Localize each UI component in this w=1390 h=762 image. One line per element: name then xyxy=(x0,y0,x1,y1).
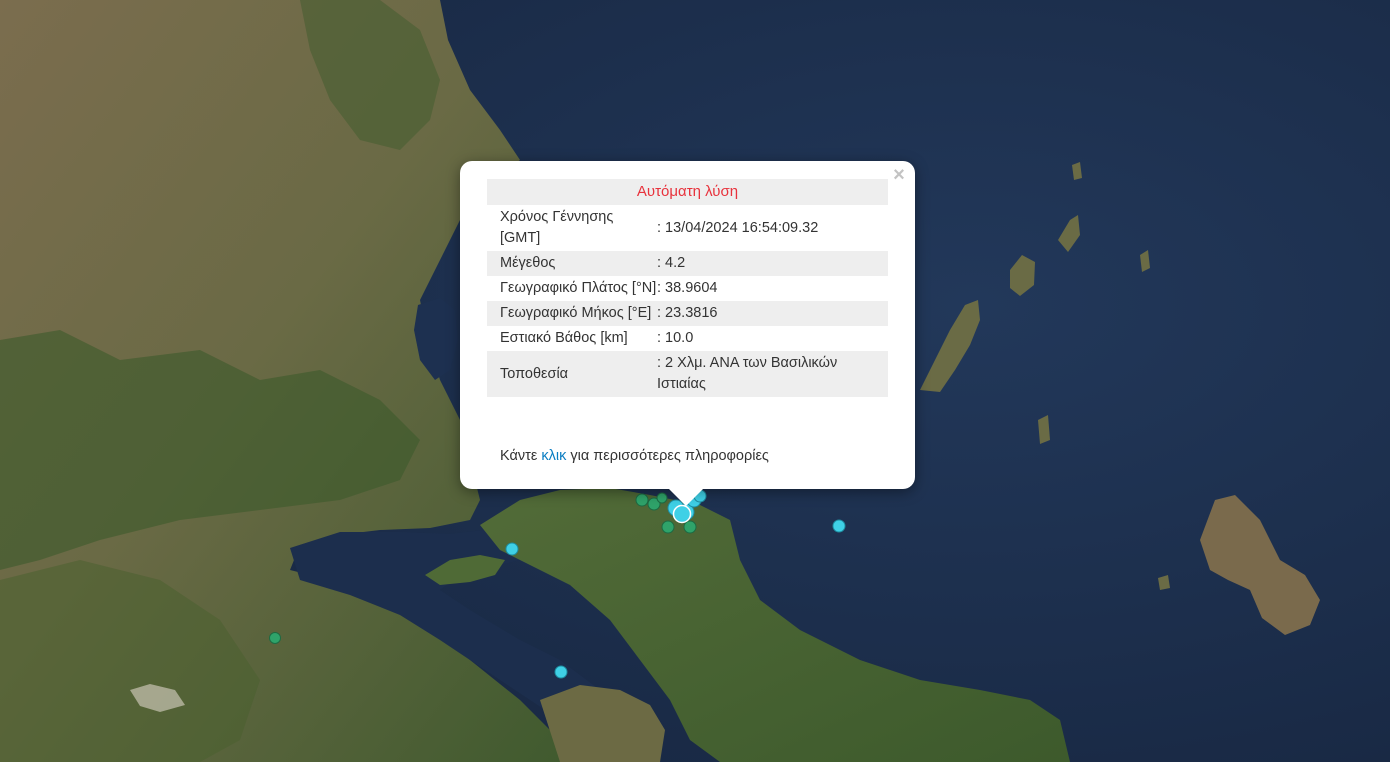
popup-tip xyxy=(668,488,704,506)
earthquake-info-popup: × Αυτόματη λύση Χρόνος Γέννησης [GMT] : … xyxy=(460,161,915,489)
quake-marker[interactable] xyxy=(635,493,649,507)
table-row: Γεωγραφικό Μήκος [°E] : 23.3816 xyxy=(487,301,888,326)
more-info-prefix: Κάντε xyxy=(500,448,542,464)
magnitude-label: Μέγεθος xyxy=(487,251,657,276)
table-row: Μέγεθος : 4.2 xyxy=(487,251,888,276)
table-row: Χρόνος Γέννησης [GMT] : 13/04/2024 16:54… xyxy=(487,205,888,251)
table-row: Γεωγραφικό Πλάτος [°N] : 38.9604 xyxy=(487,276,888,301)
longitude-label: Γεωγραφικό Μήκος [°E] xyxy=(487,301,657,326)
depth-value: : 10.0 xyxy=(657,330,694,346)
popup-title: Αυτόματη λύση xyxy=(487,179,888,205)
location-value: : 2 Χλμ. ΑΝΑ των Βασιλικών Ιστιαίας xyxy=(657,351,888,397)
quake-marker[interactable] xyxy=(661,520,675,534)
location-label: Τοποθεσία xyxy=(487,351,657,397)
quake-marker[interactable] xyxy=(269,632,281,644)
table-row: Εστιακό Βάθος [km] : 10.0 xyxy=(487,326,888,351)
latitude-label: Γεωγραφικό Πλάτος [°N] xyxy=(500,280,657,296)
close-icon[interactable]: × xyxy=(891,165,907,185)
latitude-value: : 38.9604 xyxy=(657,280,718,296)
longitude-value: : 23.3816 xyxy=(657,301,888,326)
magnitude-value: : 4.2 xyxy=(657,251,888,276)
origin-time-value: : 13/04/2024 16:54:09.32 xyxy=(657,219,819,236)
quake-marker[interactable] xyxy=(554,665,568,679)
more-info-suffix: για περισσότερες πληροφορίες xyxy=(566,448,769,464)
table-row: Τοποθεσία : 2 Χλμ. ΑΝΑ των Βασιλικών Ιστ… xyxy=(487,351,888,397)
quake-marker[interactable] xyxy=(505,542,519,556)
quake-marker[interactable] xyxy=(683,520,697,534)
more-info-link[interactable]: κλικ xyxy=(541,448,566,464)
quake-marker[interactable] xyxy=(832,519,846,533)
origin-time-label: Χρόνος Γέννησης [GMT] xyxy=(500,209,614,246)
depth-label: Εστιακό Βάθος [km] xyxy=(500,330,628,346)
small-islet-c xyxy=(1038,415,1050,444)
more-info-line: Κάντε κλικ για περισσότερες πληροφορίες xyxy=(500,448,769,464)
earthquake-details-table: Χρόνος Γέννησης [GMT] : 13/04/2024 16:54… xyxy=(487,205,888,397)
quake-marker-selected[interactable] xyxy=(672,504,692,524)
quake-marker[interactable] xyxy=(656,492,668,504)
